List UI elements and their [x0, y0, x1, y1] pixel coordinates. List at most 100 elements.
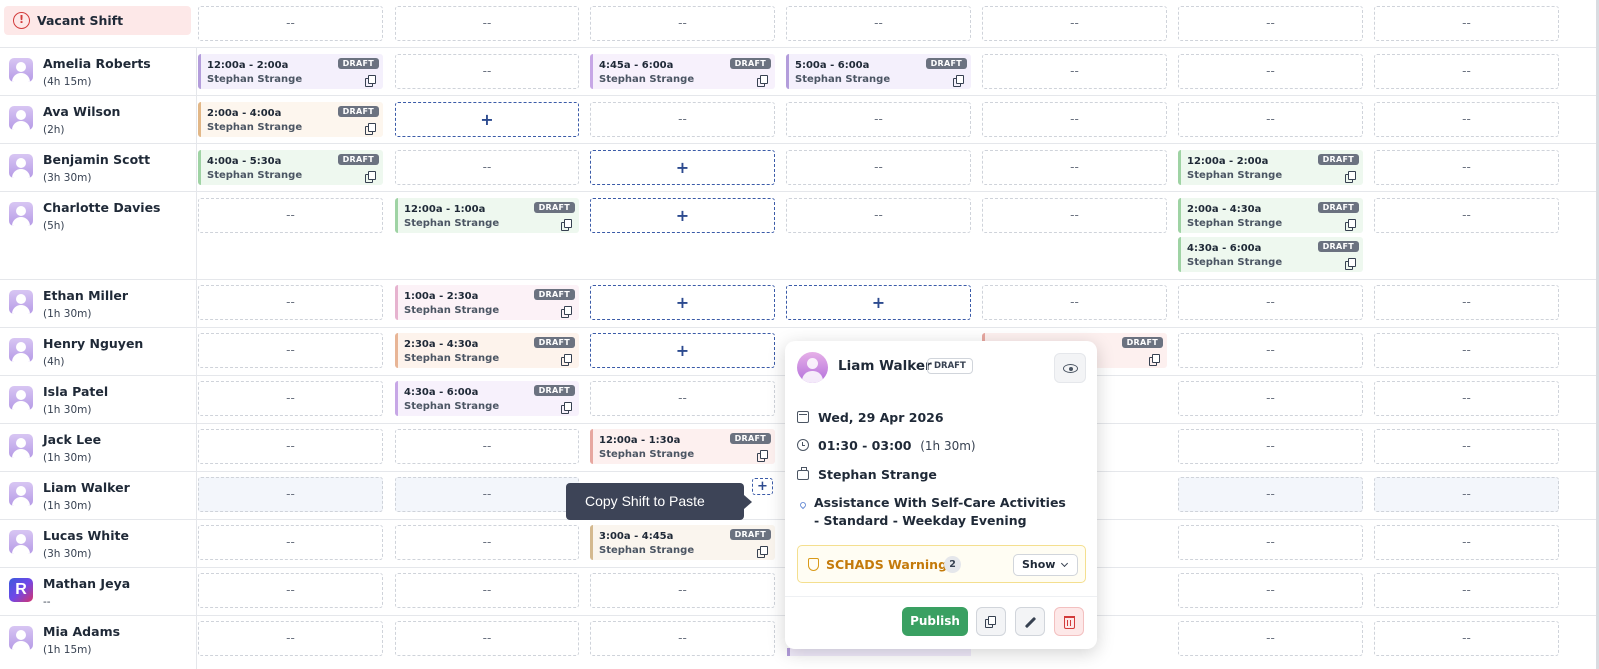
empty-slot[interactable]: -- — [982, 285, 1167, 320]
shift-card-partial[interactable] — [787, 648, 971, 656]
shift-card[interactable]: 12:00a - 2:00a Stephan Strange DRAFT — [198, 54, 383, 89]
empty-slot[interactable]: -- — [198, 621, 383, 656]
copy-icon[interactable] — [365, 123, 376, 135]
shift-card[interactable]: 1:00a - 2:30a Stephan Strange DRAFT — [395, 285, 579, 320]
employee-name[interactable]: Henry Nguyen — [43, 336, 143, 351]
empty-slot[interactable]: -- — [1374, 477, 1559, 512]
empty-slot[interactable]: -- — [395, 573, 579, 608]
copy-icon[interactable] — [561, 402, 572, 414]
empty-slot[interactable]: -- — [198, 429, 383, 464]
empty-slot[interactable]: -- — [1178, 102, 1363, 137]
empty-slot[interactable]: -- — [1374, 381, 1559, 416]
empty-slot[interactable]: -- — [198, 6, 383, 41]
empty-slot[interactable]: -- — [590, 6, 775, 41]
shift-card[interactable]: 2:00a - 4:00a Stephan Strange DRAFT — [198, 102, 383, 137]
shift-card[interactable]: 4:00a - 5:30a Stephan Strange DRAFT — [198, 150, 383, 185]
empty-slot[interactable]: -- — [1374, 429, 1559, 464]
empty-slot[interactable]: -- — [1374, 150, 1559, 185]
empty-slot[interactable]: -- — [198, 333, 383, 368]
empty-slot[interactable]: -- — [982, 102, 1167, 137]
empty-slot[interactable]: -- — [1374, 525, 1559, 560]
copy-shift-button[interactable] — [976, 607, 1006, 636]
empty-slot[interactable]: -- — [395, 429, 579, 464]
empty-slot[interactable]: -- — [1374, 285, 1559, 320]
empty-slot[interactable]: -- — [198, 477, 383, 512]
copy-icon[interactable] — [561, 306, 572, 318]
employee-name[interactable]: Ethan Miller — [43, 288, 128, 303]
empty-slot[interactable]: -- — [1178, 429, 1363, 464]
copy-icon[interactable] — [561, 354, 572, 366]
empty-slot[interactable]: -- — [198, 198, 383, 233]
empty-slot[interactable]: -- — [395, 477, 579, 512]
empty-slot[interactable]: -- — [590, 573, 775, 608]
shift-card[interactable]: 12:00a - 1:30a Stephan Strange DRAFT — [590, 429, 775, 464]
empty-slot[interactable]: -- — [982, 54, 1167, 89]
add-shift-button[interactable]: + — [590, 198, 775, 233]
empty-slot[interactable]: -- — [1178, 381, 1363, 416]
empty-slot[interactable]: -- — [1178, 333, 1363, 368]
copy-icon[interactable] — [1345, 219, 1356, 231]
empty-slot[interactable]: -- — [786, 6, 971, 41]
empty-slot[interactable]: -- — [982, 150, 1167, 185]
add-shift-button[interactable]: + — [786, 285, 971, 320]
empty-slot[interactable]: -- — [395, 150, 579, 185]
publish-button[interactable]: Publish — [902, 607, 968, 636]
shift-card[interactable]: 3:00a - 4:45a Stephan Strange DRAFT — [590, 525, 775, 560]
empty-slot[interactable]: -- — [1374, 333, 1559, 368]
empty-slot[interactable]: -- — [395, 621, 579, 656]
employee-name[interactable]: Mathan Jeya — [43, 576, 130, 591]
vacant-shift-label[interactable]: ! Vacant Shift — [4, 6, 191, 35]
delete-shift-button[interactable] — [1054, 607, 1084, 636]
empty-slot[interactable]: -- — [198, 573, 383, 608]
empty-slot[interactable]: -- — [982, 6, 1167, 41]
empty-slot[interactable]: -- — [1178, 285, 1363, 320]
employee-name[interactable]: Benjamin Scott — [43, 152, 150, 167]
copy-icon[interactable] — [561, 219, 572, 231]
add-shift-button[interactable]: + — [590, 150, 775, 185]
empty-slot[interactable]: -- — [786, 150, 971, 185]
empty-slot[interactable]: -- — [1178, 621, 1363, 656]
empty-slot[interactable]: -- — [395, 54, 579, 89]
empty-slot[interactable]: -- — [1374, 198, 1559, 233]
shift-card[interactable]: 12:00a - 1:00a Stephan Strange DRAFT — [395, 198, 579, 233]
add-shift-button[interactable]: + — [752, 478, 773, 495]
empty-slot[interactable]: -- — [1374, 54, 1559, 89]
copy-icon[interactable] — [1149, 354, 1160, 366]
shift-card[interactable]: 5:00a - 6:00a Stephan Strange DRAFT — [786, 54, 971, 89]
copy-icon[interactable] — [1345, 171, 1356, 183]
employee-name[interactable]: Isla Patel — [43, 384, 108, 399]
view-shift-button[interactable] — [1054, 353, 1086, 383]
shift-card[interactable]: 2:00a - 4:30a Stephan Strange DRAFT — [1178, 198, 1363, 233]
empty-slot[interactable]: -- — [395, 6, 579, 41]
empty-slot[interactable]: -- — [590, 381, 775, 416]
empty-slot[interactable]: -- — [1374, 6, 1559, 41]
empty-slot[interactable]: -- — [786, 198, 971, 233]
shift-card[interactable]: 4:45a - 6:00a Stephan Strange DRAFT — [590, 54, 775, 89]
empty-slot[interactable]: -- — [198, 381, 383, 416]
add-shift-button[interactable]: + — [590, 285, 775, 320]
shift-card[interactable]: 2:30a - 4:30a Stephan Strange DRAFT — [395, 333, 579, 368]
empty-slot[interactable]: -- — [590, 102, 775, 137]
empty-slot[interactable]: -- — [1178, 525, 1363, 560]
shift-card[interactable]: 12:00a - 2:00a Stephan Strange DRAFT — [1178, 150, 1363, 185]
empty-slot[interactable]: -- — [590, 621, 775, 656]
shift-card[interactable]: 4:30a - 6:00a Stephan Strange DRAFT — [1178, 237, 1363, 272]
edit-shift-button[interactable] — [1015, 607, 1045, 636]
empty-slot[interactable]: -- — [1178, 477, 1363, 512]
empty-slot[interactable]: -- — [198, 285, 383, 320]
empty-slot[interactable]: -- — [1178, 54, 1363, 89]
employee-name[interactable]: Mia Adams — [43, 624, 120, 639]
employee-name[interactable]: Jack Lee — [43, 432, 101, 447]
copy-icon[interactable] — [757, 450, 768, 462]
copy-icon[interactable] — [365, 75, 376, 87]
empty-slot[interactable]: -- — [1374, 102, 1559, 137]
empty-slot[interactable]: -- — [1374, 621, 1559, 656]
empty-slot[interactable]: -- — [1178, 573, 1363, 608]
show-warnings-button[interactable]: Show — [1013, 554, 1078, 576]
empty-slot[interactable]: -- — [395, 525, 579, 560]
empty-slot[interactable]: -- — [198, 525, 383, 560]
shift-card[interactable]: 4:30a - 6:00a Stephan Strange DRAFT — [395, 381, 579, 416]
employee-name[interactable]: Ava Wilson — [43, 104, 120, 119]
empty-slot[interactable]: -- — [1374, 573, 1559, 608]
empty-slot[interactable]: -- — [1178, 6, 1363, 41]
